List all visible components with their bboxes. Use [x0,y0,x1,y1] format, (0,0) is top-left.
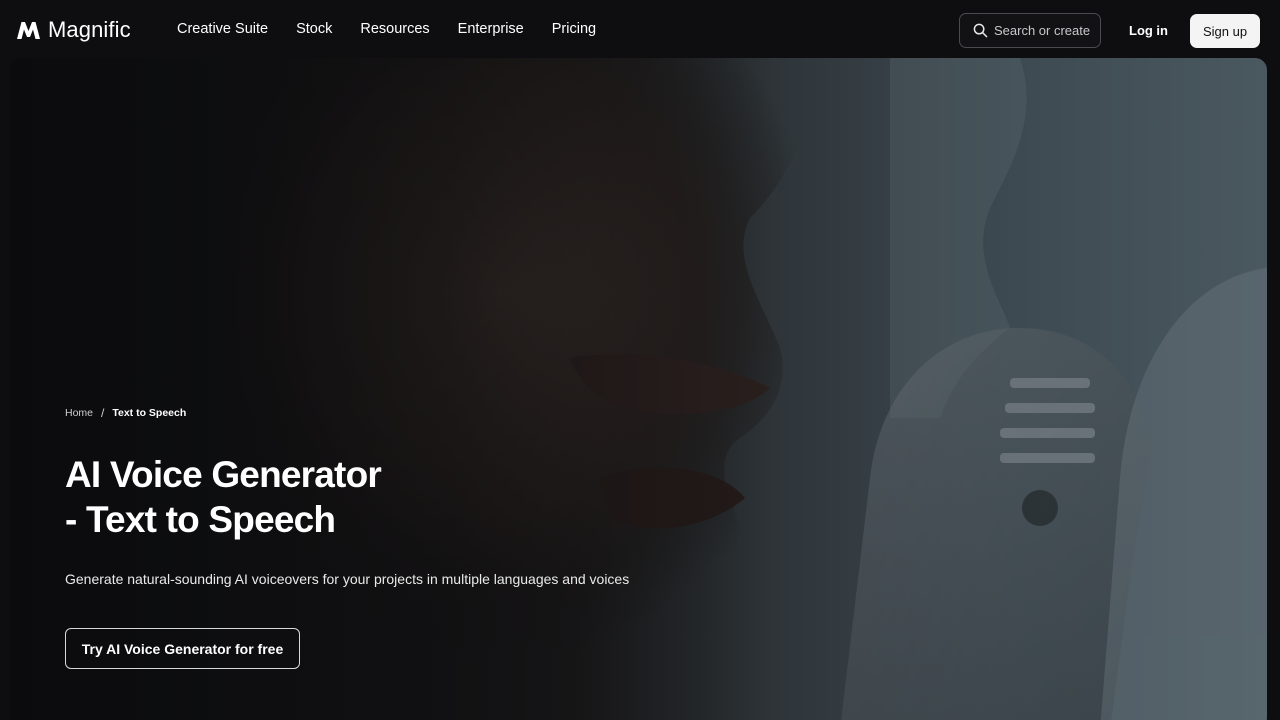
breadcrumb-home-link[interactable]: Home [65,407,93,419]
page-title-line-1: AI Voice Generator [65,454,382,495]
menu-item-resources[interactable]: Resources [360,21,429,37]
breadcrumb-current: Text to Speech [112,407,187,419]
breadcrumb: Home / Text to Speech [65,406,186,420]
page-title-line-2: - Text to Speech [65,499,336,540]
menu-item-pricing[interactable]: Pricing [552,21,596,37]
top-navigation: Magnific Creative Suite Stock Resources … [0,0,1280,58]
page-title: AI Voice Generator - Text to Speech [65,452,585,542]
menu-item-stock[interactable]: Stock [296,21,332,37]
page-subtitle: Generate natural-sounding AI voiceovers … [65,571,630,587]
brand-name: Magnific [48,17,131,42]
main-menu: Creative Suite Stock Resources Enterpris… [177,21,624,37]
hero-overlay [10,58,1267,720]
try-voice-generator-button[interactable]: Try AI Voice Generator for free [65,628,300,669]
menu-item-enterprise[interactable]: Enterprise [458,21,524,37]
search-input[interactable] [994,23,1094,38]
hero-section: Home / Text to Speech AI Voice Generator… [10,58,1267,720]
brand-logo[interactable]: Magnific [17,17,131,43]
search-box[interactable] [959,13,1101,48]
magnific-logo-icon [17,21,40,39]
breadcrumb-separator: / [101,406,105,420]
menu-item-creative-suite[interactable]: Creative Suite [177,21,268,37]
login-link[interactable]: Log in [1129,23,1168,38]
signup-button[interactable]: Sign up [1190,14,1260,48]
search-icon [973,23,988,38]
